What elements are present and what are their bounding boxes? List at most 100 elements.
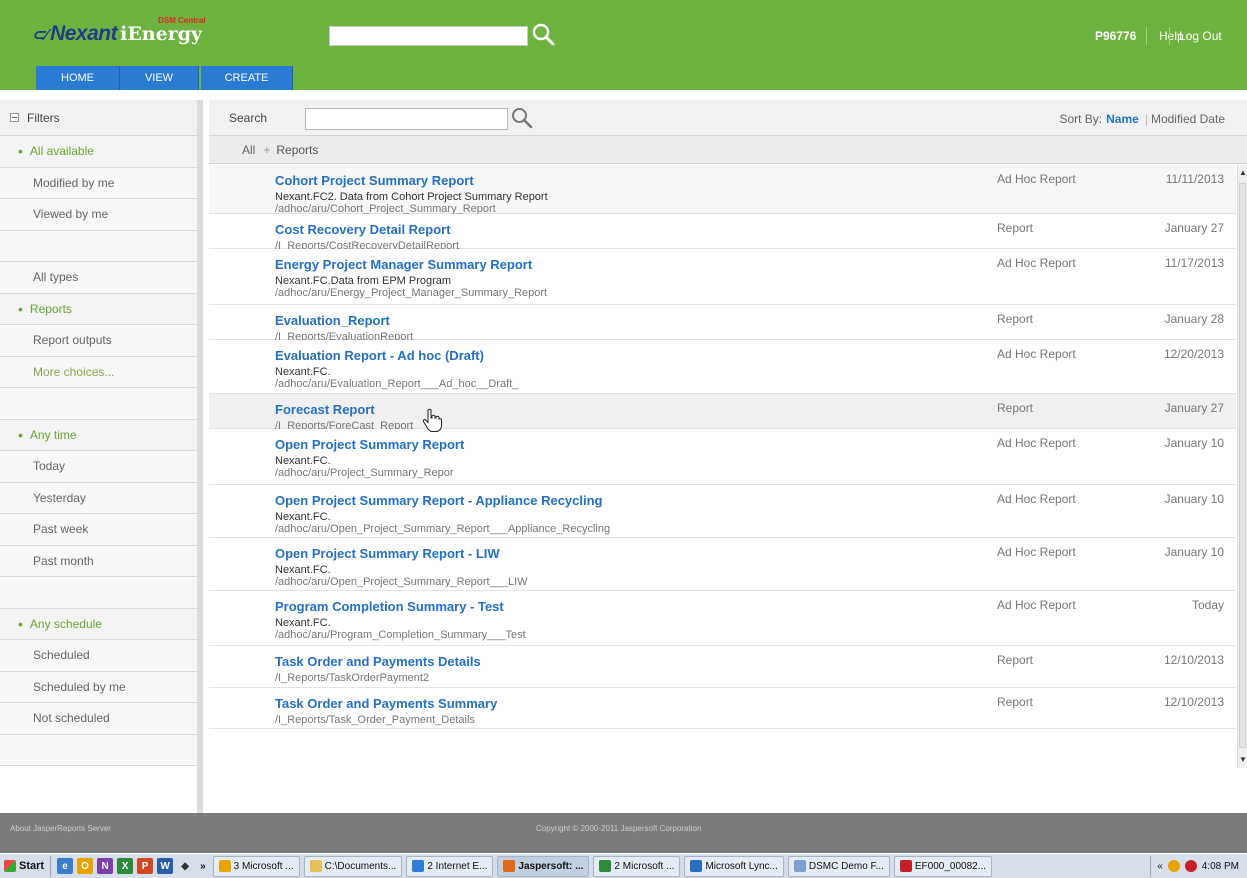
windows-logo-icon — [4, 860, 16, 872]
network-tray-icon[interactable] — [1184, 860, 1197, 872]
report-row[interactable]: Evaluation_Report/I_Reports/EvaluationRe… — [209, 305, 1236, 343]
report-title-link[interactable]: Task Order and Payments Details — [275, 654, 481, 669]
report-title-link[interactable]: Energy Project Manager Summary Report — [275, 257, 532, 272]
nexant-iEnergy-logo[interactable]: ⊂∕ Nexant iEnergy DSM Central — [32, 16, 206, 52]
report-row[interactable]: Energy Project Manager Summary Report Nex… — [209, 249, 1236, 305]
app-header: ⊂∕ Nexant iEnergy DSM Central P96776 Help… — [0, 0, 1247, 90]
tab-home[interactable]: HOME — [36, 66, 120, 90]
filter-all-types[interactable]: All types — [0, 262, 197, 294]
excel-icon[interactable]: X — [117, 858, 134, 874]
filter-all-available[interactable]: All available — [0, 136, 197, 168]
report-date: January 10 — [1164, 545, 1224, 559]
tab-view[interactable]: VIEW — [120, 66, 199, 90]
report-title-link[interactable]: Forecast Report — [275, 402, 375, 417]
filter-past-week[interactable]: Past week — [0, 514, 197, 546]
report-title-link[interactable]: Open Project Summary Report - Appliance … — [275, 493, 603, 508]
collapse-icon[interactable] — [10, 113, 19, 122]
report-title-link[interactable]: Cohort Project Summary Report — [275, 173, 474, 188]
report-date: 12/10/2013 — [1163, 695, 1224, 709]
filter-report-outputs[interactable]: Report outputs — [0, 325, 197, 357]
report-date: January 10 — [1164, 436, 1224, 450]
report-title-link[interactable]: Open Project Summary Report — [275, 437, 464, 452]
taskbar-window-button[interactable]: Microsoft Lync... — [684, 855, 784, 877]
sort-by-name[interactable]: Name — [1106, 112, 1139, 126]
report-row[interactable]: Cohort Project Summary Report Nexant.FC2.… — [209, 165, 1236, 215]
filter-any-time[interactable]: Any time — [0, 419, 197, 451]
report-row[interactable]: Open Project Summary Report - LIW Nexant.… — [209, 538, 1236, 591]
taskbar-window-button[interactable]: Jaspersoft: ... — [497, 855, 590, 877]
search-icon[interactable] — [510, 106, 534, 130]
quicklaunch-overflow-icon[interactable]: » — [200, 861, 206, 872]
about-link[interactable]: About JasperReports Server — [10, 824, 111, 833]
filter-scheduled-by-me[interactable]: Scheduled by me — [0, 671, 197, 703]
scroll-up-arrow-icon[interactable]: ▲ — [1239, 167, 1247, 179]
report-title-link[interactable]: Open Project Summary Report - LIW — [275, 546, 500, 561]
taskbar-window-button[interactable]: 2 Internet E... — [406, 855, 494, 877]
report-row[interactable]: Task Order and Payments Summary/I_Report… — [209, 688, 1236, 729]
report-title-link[interactable]: Cost Recovery Detail Report — [275, 222, 451, 237]
word-icon[interactable]: W — [157, 858, 174, 874]
clock: 4:08 PM — [1201, 860, 1239, 872]
report-row[interactable]: Cost Recovery Detail Report/I_Reports/Co… — [209, 214, 1236, 252]
onenote-icon[interactable]: N — [97, 858, 114, 874]
taskbar-window-button[interactable]: C:\Documents... — [303, 855, 403, 877]
logout-link[interactable]: Log Out — [1179, 29, 1222, 43]
filter-reports[interactable]: Reports — [0, 293, 197, 325]
report-title-link[interactable]: Evaluation Report - Ad hoc (Draft) — [275, 348, 484, 363]
report-type: Report — [997, 312, 1034, 326]
report-row[interactable]: Open Project Summary Report Nexant.FC./ad… — [209, 429, 1236, 485]
filter-scheduled[interactable]: Scheduled — [0, 640, 197, 672]
scroll-thumb[interactable] — [1239, 183, 1246, 748]
report-type: Ad Hoc Report — [997, 256, 1076, 270]
filter-viewed-by-me[interactable]: Viewed by me — [0, 199, 197, 231]
report-row[interactable]: Task Order and Payments Details/I_Report… — [209, 646, 1236, 688]
scroll-down-arrow-icon[interactable]: ▼ — [1239, 754, 1247, 766]
report-path: /adhoc/aru/Evaluation_Report___Ad_hoc__D… — [275, 378, 519, 390]
taskbar-button-label: Microsoft Lync... — [705, 860, 778, 872]
breadcrumb-current: Reports — [276, 142, 319, 157]
filter-more-choices[interactable]: More choices... — [0, 356, 197, 388]
tray-expand-icon[interactable]: « — [1157, 861, 1163, 872]
report-row[interactable]: Program Completion Summary - Test Nexant.… — [209, 591, 1236, 646]
report-row[interactable]: Evaluation Report - Ad hoc (Draft) Nexant… — [209, 340, 1236, 394]
header-divider — [1169, 27, 1170, 45]
taskbar-window-button[interactable]: 3 Microsoft ... — [212, 855, 300, 877]
filter-today[interactable]: Today — [0, 451, 197, 483]
report-date: 12/20/2013 — [1163, 347, 1224, 361]
breadcrumb-all[interactable]: All — [242, 143, 255, 157]
filter-not-scheduled[interactable]: Not scheduled — [0, 703, 197, 735]
repository-search-input[interactable] — [305, 108, 508, 130]
report-row[interactable]: Forecast Report/I_Reports/ForeCast_Repor… — [209, 394, 1236, 432]
taskbar-window-button[interactable]: EF000_00082... — [893, 855, 993, 877]
taskbar-button-label: 2 Internet E... — [427, 860, 488, 872]
search-icon[interactable] — [531, 22, 557, 48]
logo-swoosh-icon: ⊂∕ — [32, 27, 48, 44]
report-row[interactable]: Open Project Summary Report - Appliance … — [209, 485, 1236, 538]
filter-yesterday[interactable]: Yesterday — [0, 482, 197, 514]
list-scrollbar[interactable]: ▲ ▼ — [1237, 165, 1247, 768]
global-search-input[interactable] — [329, 26, 528, 46]
outlook-tray-icon[interactable] — [1167, 860, 1180, 872]
filter-any-schedule[interactable]: Any schedule — [0, 608, 197, 640]
filter-modified-by-me[interactable]: Modified by me — [0, 167, 197, 199]
report-title-link[interactable]: Evaluation_Report — [275, 313, 390, 328]
taskbar-window-button[interactable]: DSMC Demo F... — [787, 855, 890, 877]
sort-by-modified-date[interactable]: Modified Date — [1151, 112, 1225, 126]
report-description: Nexant.FC. — [275, 455, 331, 467]
filter-spacer — [0, 388, 197, 420]
report-title-link[interactable]: Program Completion Summary - Test — [275, 599, 504, 614]
report-description: Nexant.FC2. Data from Cohort Project Sum… — [275, 191, 548, 203]
outlook-icon[interactable]: O — [77, 858, 94, 874]
filter-spacer — [0, 734, 197, 766]
logo-product: iEnergy — [120, 23, 203, 45]
report-title-link[interactable]: Task Order and Payments Summary — [275, 696, 497, 711]
start-button[interactable]: Start — [0, 855, 52, 877]
tab-create[interactable]: CREATE — [201, 66, 293, 90]
taskbar-window-button[interactable]: 2 Microsoft ... — [593, 855, 681, 877]
internet-explorer-icon[interactable]: e — [57, 858, 74, 874]
filters-header[interactable]: Filters — [0, 100, 197, 136]
taskbar-buttons: 3 Microsoft ... C:\Documents... 2 Internet… — [211, 855, 994, 877]
filter-past-month[interactable]: Past month — [0, 545, 197, 577]
quicklaunch-misc-icon[interactable]: ◆ — [177, 858, 194, 874]
powerpoint-icon[interactable]: P — [137, 858, 154, 874]
